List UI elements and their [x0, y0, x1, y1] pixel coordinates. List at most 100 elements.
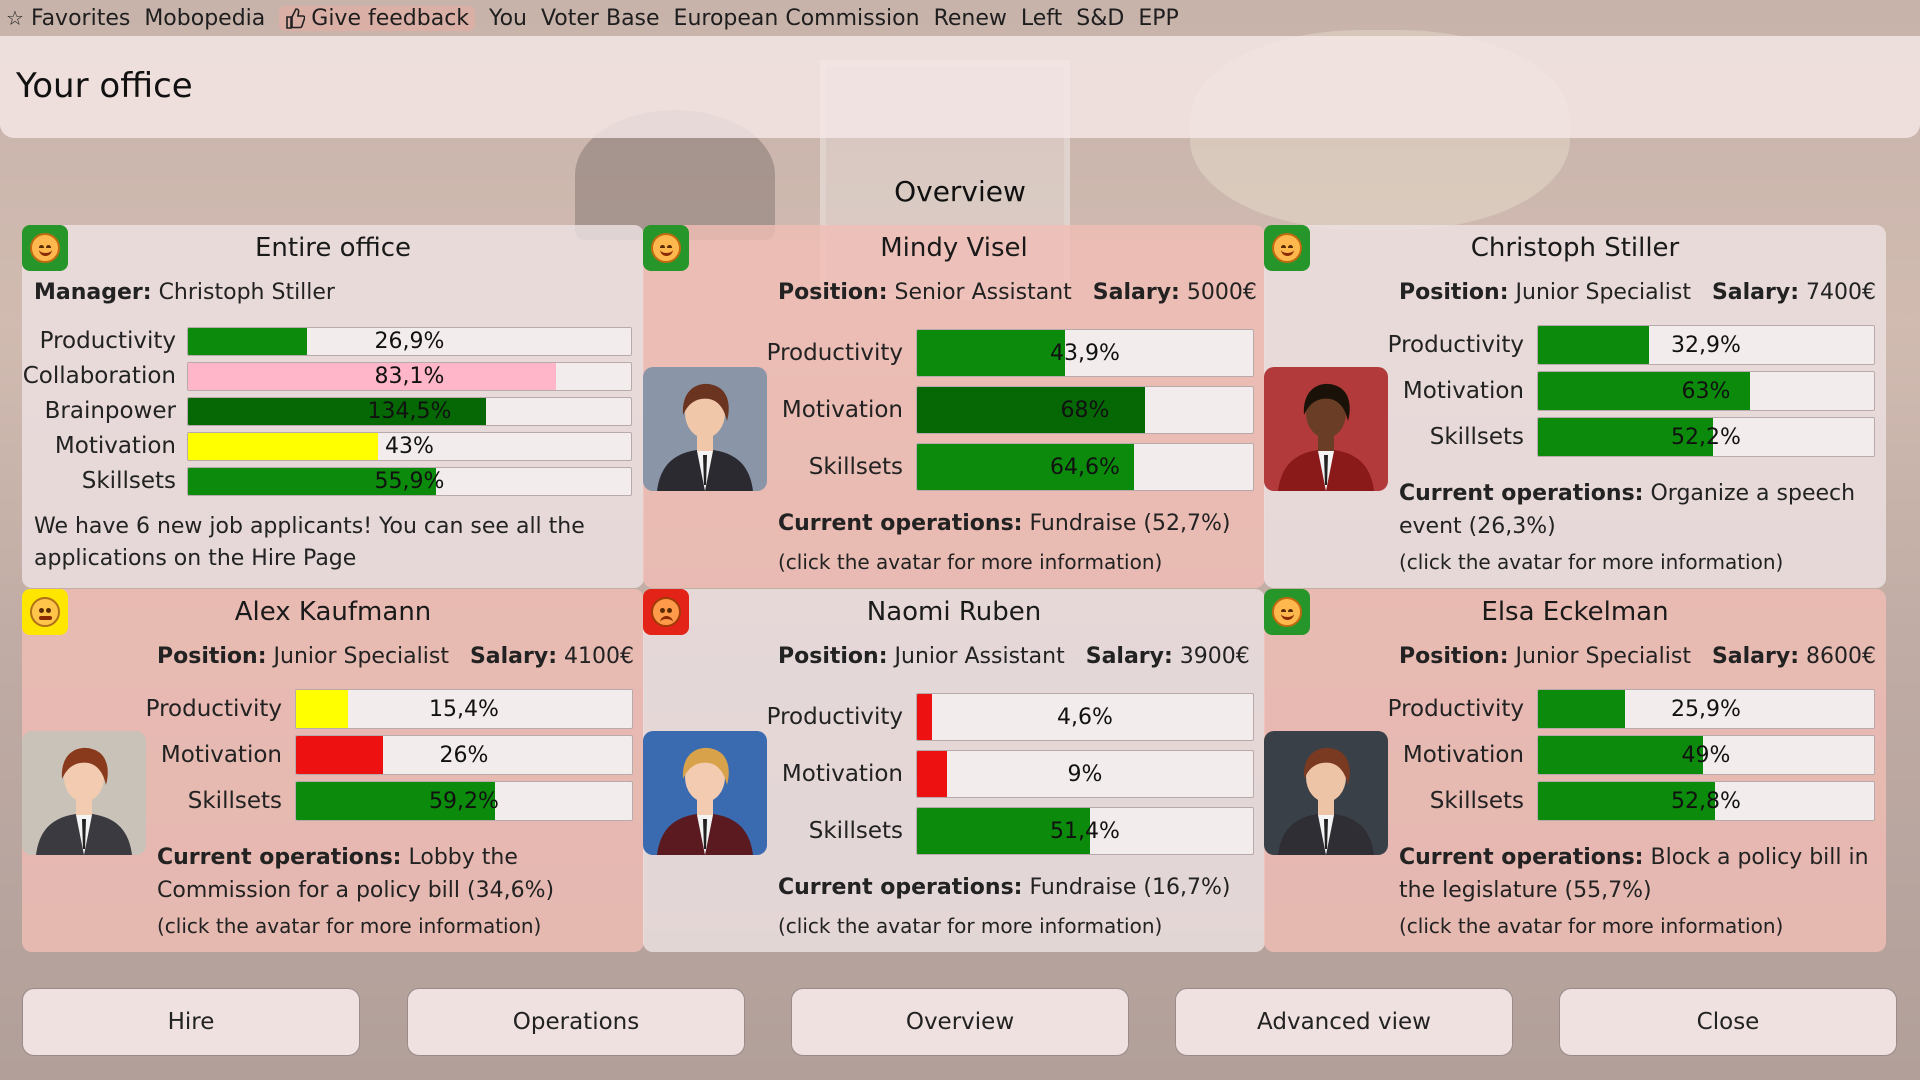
- stat-bar-skillsets: 51,4%: [916, 807, 1254, 855]
- stat-value: 15,4%: [429, 696, 499, 722]
- avatar-hint: (click the avatar for more information): [778, 914, 1163, 938]
- position-label: Position:: [1399, 280, 1509, 305]
- position-line: Position: Junior Specialist Salary: 4100…: [157, 644, 634, 669]
- stat-value: 43%: [385, 434, 434, 459]
- stat-value: 26%: [439, 742, 489, 768]
- position-line: Position: Junior Specialist Salary: 8600…: [1399, 644, 1876, 669]
- stat-bar-motivation: 49%: [1537, 735, 1875, 775]
- stat-bar-skillsets: 59,2%: [295, 781, 633, 821]
- current-operations-value: Fundraise (16,7%): [1029, 875, 1231, 900]
- footer-button-bar: Hire Operations Overview Advanced view C…: [0, 980, 1920, 1060]
- give-feedback-link[interactable]: Give feedback: [279, 5, 476, 31]
- close-button[interactable]: Close: [1559, 988, 1897, 1056]
- employee-card-naomi-ruben: Naomi Ruben Position: Junior Assistant Sa…: [643, 589, 1265, 952]
- mobopedia-link[interactable]: Mobopedia: [144, 6, 265, 31]
- stat-value: 52,2%: [1671, 424, 1741, 450]
- current-operations: Current operations: Organize a speech ev…: [1399, 477, 1879, 543]
- position-line: Position: Senior Assistant Salary: 5000€: [778, 280, 1257, 305]
- stat-bar-productivity: 26,9%: [187, 327, 632, 356]
- stat-bar-productivity: 43,9%: [916, 329, 1254, 377]
- stat-label-motivation: Motivation: [54, 433, 176, 459]
- stat-bar-productivity: 15,4%: [295, 689, 633, 729]
- current-operations: Current operations: Fundraise (16,7%): [778, 871, 1258, 904]
- stat-value: 49%: [1681, 742, 1731, 768]
- salary-label: Salary:: [1711, 644, 1800, 669]
- stat-label-motivation: Motivation: [1402, 742, 1524, 768]
- position-label: Position:: [778, 280, 888, 305]
- stat-label-productivity: Productivity: [766, 704, 903, 730]
- position-value: Senior Assistant: [894, 280, 1072, 305]
- give-feedback-label: Give feedback: [311, 5, 470, 31]
- sd-link[interactable]: S&D: [1076, 6, 1124, 31]
- avatar-hint: (click the avatar for more information): [1399, 914, 1784, 938]
- manager-line: Manager: Christoph Stiller: [34, 280, 335, 305]
- european-commission-link[interactable]: European Commission: [674, 6, 920, 31]
- position-label: Position:: [157, 644, 267, 669]
- avatar-hint: (click the avatar for more information): [778, 550, 1163, 574]
- salary-value: 3900€: [1179, 644, 1250, 669]
- stat-label-skillsets: Skillsets: [1429, 424, 1524, 450]
- salary-value: 7400€: [1806, 280, 1877, 305]
- current-operations-value: Fundraise (52,7%): [1029, 511, 1231, 536]
- stat-value: 52,8%: [1671, 788, 1741, 814]
- stat-bar-motivation: 9%: [916, 750, 1254, 798]
- overview-button[interactable]: Overview: [791, 988, 1129, 1056]
- current-operations-label: Current operations:: [1399, 845, 1644, 870]
- employee-name: Elsa Eckelman: [1481, 597, 1669, 627]
- office-card-title: Entire office: [254, 233, 412, 263]
- left-link[interactable]: Left: [1021, 6, 1062, 31]
- stat-bar-motivation: 68%: [916, 386, 1254, 434]
- stat-value: 59,2%: [429, 788, 499, 814]
- you-link[interactable]: You: [489, 6, 527, 31]
- hire-button[interactable]: Hire: [22, 988, 360, 1056]
- stat-label-skillsets: Skillsets: [808, 454, 903, 480]
- employee-card-christoph-stiller: Christoph Stiller Position: Junior Specia…: [1264, 225, 1886, 588]
- stat-bar-productivity: 25,9%: [1537, 689, 1875, 729]
- stat-value: 25,9%: [1671, 696, 1741, 722]
- position-value: Junior Assistant: [894, 644, 1065, 669]
- current-operations: Current operations: Fundraise (52,7%): [778, 507, 1258, 540]
- salary-value: 8600€: [1806, 644, 1877, 669]
- stat-bar-motivation: 43%: [187, 432, 632, 461]
- current-operations-label: Current operations:: [1399, 481, 1644, 506]
- stat-value: 83,1%: [374, 364, 445, 389]
- current-operations: Current operations: Block a policy bill …: [1399, 841, 1879, 907]
- salary-value: 4100€: [564, 644, 635, 669]
- current-operations-label: Current operations:: [157, 845, 402, 870]
- position-value: Junior Specialist: [273, 644, 449, 669]
- stat-value: 43,9%: [1050, 340, 1120, 366]
- renew-link[interactable]: Renew: [934, 6, 1007, 31]
- position-value: Junior Specialist: [1515, 644, 1691, 669]
- stat-label-productivity: Productivity: [39, 328, 176, 354]
- stat-label-motivation: Motivation: [160, 742, 282, 768]
- position-value: Junior Specialist: [1515, 280, 1691, 305]
- stat-value: 55,9%: [374, 469, 445, 494]
- operations-button[interactable]: Operations: [407, 988, 745, 1056]
- manager-name: Christoph Stiller: [158, 280, 335, 305]
- position-line: Position: Junior Specialist Salary: 7400…: [1399, 280, 1876, 305]
- current-operations-label: Current operations:: [778, 511, 1023, 536]
- position-label: Position:: [778, 644, 888, 669]
- voter-base-link[interactable]: Voter Base: [541, 6, 660, 31]
- epp-link[interactable]: EPP: [1138, 6, 1178, 31]
- current-operations: Current operations: Lobby the Commission…: [157, 841, 637, 907]
- stat-bar-collaboration: 83,1%: [187, 362, 632, 391]
- stat-label-productivity: Productivity: [766, 340, 903, 366]
- page-title: Your office: [16, 66, 193, 106]
- employee-card-alex-kaufmann: Alex Kaufmann Position: Junior Specialist…: [22, 589, 644, 952]
- top-navigation-bar: ☆ Favorites Mobopedia Give feedback You …: [0, 0, 1179, 36]
- salary-label: Salary:: [469, 644, 558, 669]
- stat-label-collaboration: Collaboration: [22, 363, 176, 389]
- employee-card-mindy-visel: Mindy Visel Position: Senior Assistant Sa…: [643, 225, 1265, 588]
- salary-label: Salary:: [1092, 280, 1180, 305]
- stat-value: 4,6%: [1057, 704, 1113, 730]
- favorites-label: Favorites: [30, 5, 131, 31]
- manager-label: Manager:: [34, 280, 152, 305]
- stat-bar-motivation: 26%: [295, 735, 633, 775]
- stat-bar-skillsets: 52,8%: [1537, 781, 1875, 821]
- favorites-link[interactable]: ☆ Favorites: [6, 6, 130, 31]
- overview-heading: Overview: [894, 175, 1026, 208]
- advanced-view-button[interactable]: Advanced view: [1175, 988, 1513, 1056]
- office-message: We have 6 new job applicants! You can se…: [34, 514, 585, 571]
- stat-label-skillsets: Skillsets: [187, 788, 282, 814]
